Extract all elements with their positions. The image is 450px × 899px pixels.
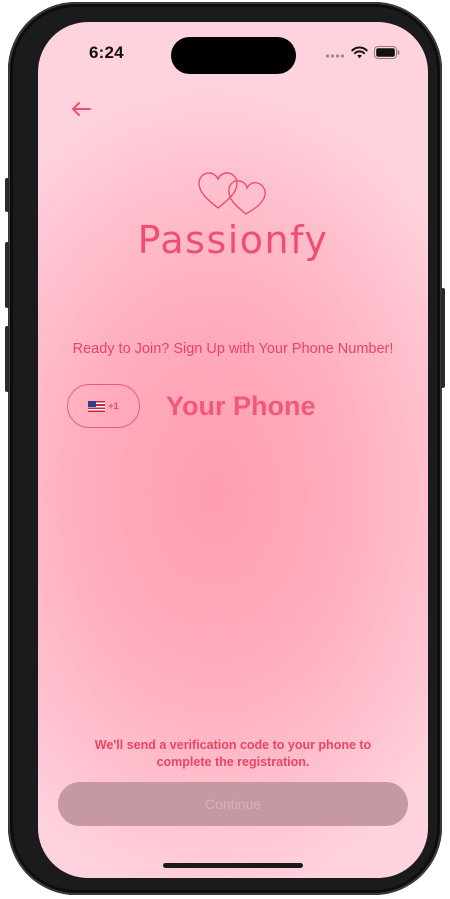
dynamic-island <box>171 37 296 74</box>
home-indicator <box>163 863 303 868</box>
volume-up-button <box>5 242 9 308</box>
wifi-icon <box>351 44 368 63</box>
status-time: 6:24 <box>89 43 124 62</box>
dial-code: +1 <box>108 401 119 411</box>
country-code-button[interactable]: +1 <box>67 384 140 428</box>
brand-name: Passionfy <box>137 218 329 262</box>
battery-icon <box>374 44 400 63</box>
volume-down-button <box>5 326 9 392</box>
action-button <box>5 178 9 212</box>
double-heart-icon <box>194 170 274 218</box>
phone-number-input[interactable] <box>166 388 386 424</box>
signal-dots-icon <box>325 44 345 63</box>
arrow-left-icon <box>70 101 92 121</box>
phone-device-frame: 6:24 Passionfy Ready to Join? Sign Up wi… <box>5 2 445 895</box>
continue-button[interactable]: Continue <box>58 782 408 826</box>
power-button <box>441 288 445 388</box>
status-icons <box>325 44 400 63</box>
verification-helper-text: We'll send a verification code to your p… <box>94 738 372 769</box>
signup-tagline: Ready to Join? Sign Up with Your Phone N… <box>72 341 394 357</box>
us-flag-icon <box>88 400 106 412</box>
app-screen: 6:24 Passionfy Ready to Join? Sign Up wi… <box>38 22 428 878</box>
back-button[interactable] <box>68 98 94 124</box>
status-bar: 6:24 <box>38 22 428 76</box>
continue-button-label: Continue <box>204 796 262 812</box>
